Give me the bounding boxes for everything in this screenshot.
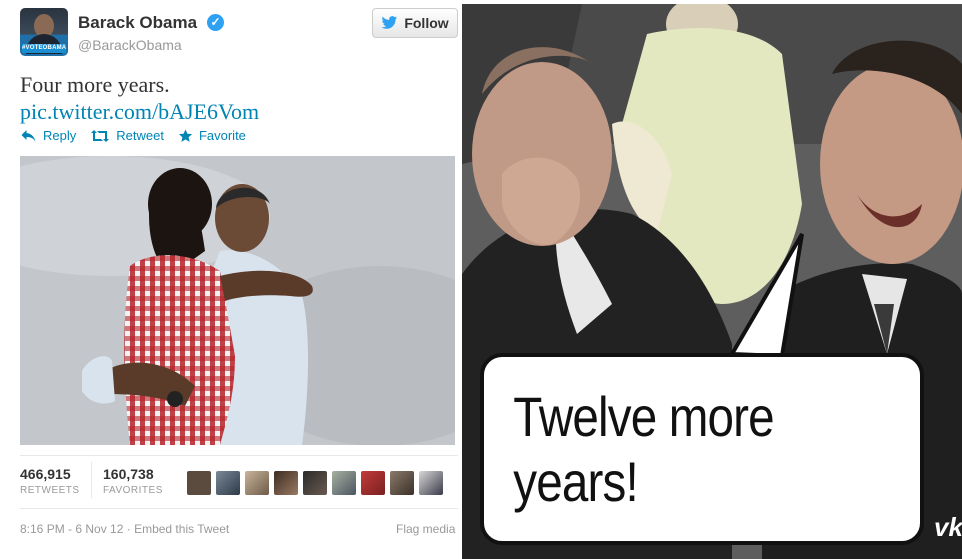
retweeter-avatar[interactable] <box>245 471 269 495</box>
footer-dot: · <box>126 522 135 536</box>
author-avatar[interactable]: #VOTEOBAMA <box>20 8 68 56</box>
tweet-media-link[interactable]: pic.twitter.com/bAJE6Vom <box>20 99 259 125</box>
speech-bubble-text: Twelve more years! <box>513 385 774 513</box>
retweeter-avatar[interactable] <box>274 471 298 495</box>
favorite-button[interactable]: Favorite <box>178 128 246 143</box>
stats-bottom-divider <box>20 508 458 509</box>
reply-button[interactable]: Reply <box>20 128 76 143</box>
retweet-icon <box>91 129 110 142</box>
retweeter-avatar[interactable] <box>419 471 443 495</box>
reply-label: Reply <box>43 128 77 143</box>
twitter-bird-icon <box>381 16 398 29</box>
favorite-label: Favorite <box>198 128 246 143</box>
retweeter-avatar[interactable] <box>187 471 211 495</box>
verified-badge-icon: ✓ <box>207 14 224 31</box>
embed-tweet-link[interactable]: Embed this Tweet <box>134 522 229 536</box>
flag-media-link[interactable]: Flag media <box>396 522 455 536</box>
retweeter-avatar[interactable] <box>216 471 240 495</box>
tweet-photo[interactable] <box>20 156 455 445</box>
vk-watermark: vk <box>934 512 962 542</box>
timestamp-text[interactable]: 8:16 PM - 6 Nov 12 <box>20 522 123 536</box>
follow-button[interactable]: Follow <box>372 8 458 38</box>
retweets-label: RETWEETS <box>20 485 80 496</box>
retweeter-avatar[interactable] <box>303 471 327 495</box>
embrace-photo-illustration <box>20 156 455 445</box>
follow-label: Follow <box>404 15 449 31</box>
author-name[interactable]: Barack Obama <box>78 13 197 33</box>
tweet-timestamp: 8:16 PM - 6 Nov 12 · Embed this Tweet <box>20 522 229 536</box>
favorite-star-icon <box>178 128 193 142</box>
author-handle[interactable]: @BarackObama <box>78 37 182 53</box>
tweet-text: Four more years. <box>20 72 170 97</box>
favorites-label: FAVORITES <box>103 485 163 496</box>
retweeter-avatar[interactable] <box>390 471 414 495</box>
stats-separator <box>91 462 92 498</box>
retweet-button[interactable]: Retweet <box>90 128 164 143</box>
retweeter-avatar[interactable] <box>332 471 356 495</box>
avatar-tag: #VOTEOBAMA <box>22 44 67 53</box>
stats-top-divider <box>20 455 458 456</box>
retweets-count[interactable]: 466,915 <box>20 466 71 482</box>
retweeter-avatar[interactable] <box>361 471 385 495</box>
reply-icon <box>21 129 36 142</box>
retweet-label: Retweet <box>116 128 164 143</box>
tweet-actions: Reply Retweet Favorite <box>20 128 246 143</box>
tweet-card: #VOTEOBAMA Barack Obama ✓ @BarackObama F… <box>0 0 462 559</box>
favorites-count[interactable]: 160,738 <box>103 466 154 482</box>
